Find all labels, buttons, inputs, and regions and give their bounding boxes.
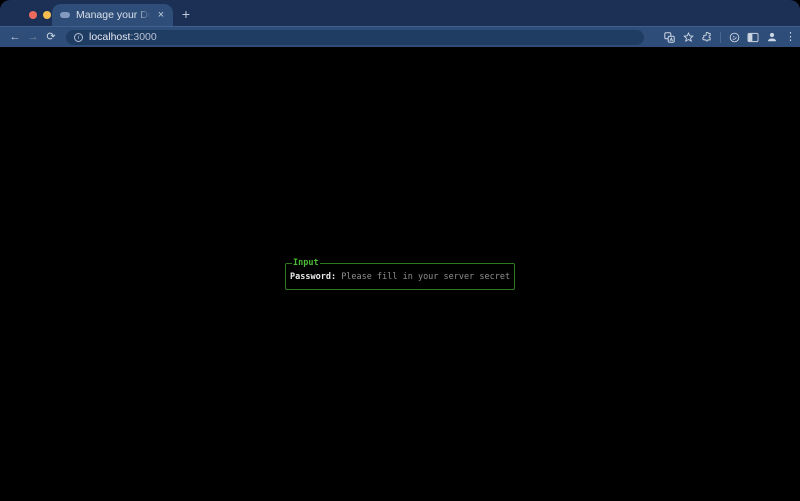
password-row[interactable]: Password: Please fill in your server sec… xyxy=(289,271,511,283)
url-host: localhost xyxy=(89,31,130,43)
active-tab[interactable]: Manage your Docker fleet wi × xyxy=(52,4,173,26)
password-label: Password: xyxy=(290,272,336,282)
side-panel-icon[interactable] xyxy=(747,31,759,43)
address-bar[interactable]: i localhost:3000 xyxy=(66,30,644,45)
browser-menu-icon[interactable]: ⋮ xyxy=(785,31,793,43)
new-tab-button[interactable]: + xyxy=(176,4,196,24)
url-port: :3000 xyxy=(130,31,156,43)
input-box-legend: Input xyxy=(292,259,320,268)
bookmark-star-icon[interactable] xyxy=(682,31,694,43)
page-content: Input Password: Please fill in your serv… xyxy=(0,47,800,501)
tab-strip: Manage your Docker fleet wi × + xyxy=(0,0,800,26)
password-input[interactable]: Input Password: Please fill in your serv… xyxy=(285,259,515,290)
forward-icon[interactable]: → xyxy=(25,29,41,45)
minimize-window-button[interactable] xyxy=(43,11,51,19)
url-text: localhost:3000 xyxy=(89,31,157,43)
reload-icon[interactable]: ⟳ xyxy=(43,29,59,45)
extension-badge-icon[interactable] xyxy=(728,31,740,43)
translate-icon[interactable] xyxy=(663,31,675,43)
toolbar-divider xyxy=(720,32,721,43)
site-info-icon[interactable]: i xyxy=(74,33,83,42)
tab-close-icon[interactable]: × xyxy=(155,9,167,21)
back-icon[interactable]: ← xyxy=(7,29,23,45)
browser-window: Manage your Docker fleet wi × + ← → ⟳ i … xyxy=(0,0,800,501)
tab-favicon-icon xyxy=(60,12,70,18)
extensions-icon[interactable] xyxy=(701,31,713,43)
close-window-button[interactable] xyxy=(29,11,37,19)
password-placeholder: Please fill in your server secret xyxy=(336,272,510,282)
tab-title: Manage your Docker fleet wi xyxy=(76,9,152,21)
browser-toolbar: ← → ⟳ i localhost:3000 xyxy=(0,26,800,47)
profile-avatar-icon[interactable] xyxy=(766,31,778,43)
toolbar-actions: ⋮ xyxy=(663,31,793,43)
